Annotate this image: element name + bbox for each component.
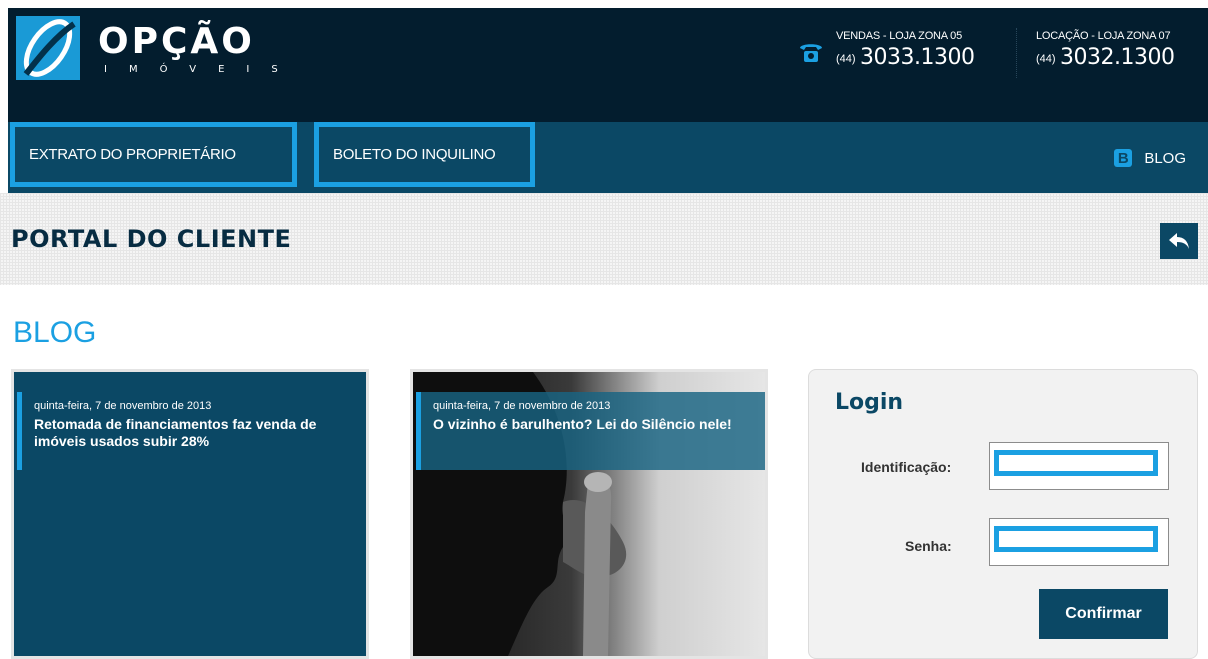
sales-phone: VENDAS - LOJA ZONA 05 (44) 3033.1300 <box>836 30 975 70</box>
password-input[interactable] <box>994 526 1158 552</box>
sales-phone-label: VENDAS - LOJA ZONA 05 <box>836 30 963 42</box>
identification-input[interactable] <box>994 450 1158 476</box>
blogger-icon: B <box>1114 149 1133 167</box>
blog-post-title[interactable]: Retomada de financiamentos faz venda de … <box>34 416 354 450</box>
identification-field-frame <box>989 442 1169 490</box>
back-button[interactable] <box>1160 223 1198 259</box>
phone-divider <box>1016 28 1018 78</box>
page-title-band: PORTAL DO CLIENTE <box>0 193 1208 285</box>
brand-subtitle: IMÓVEIS <box>104 64 300 75</box>
password-label: Senha: <box>905 538 952 554</box>
blog-post-date: quinta-feira, 7 de novembro de 2013 <box>433 400 611 412</box>
sales-phone-ddd: (44) <box>836 53 856 65</box>
nav-blog-label: BLOG <box>1144 149 1186 167</box>
blog-heading: BLOG <box>13 316 97 349</box>
brand-logo[interactable]: OPÇÃO IMÓVEIS <box>98 21 300 76</box>
rent-phone-label: LOCAÇÃO - LOJA ZONA 07 <box>1036 30 1171 42</box>
nav-item-extrato-proprietario[interactable]: EXTRATO DO PROPRIETÁRIO <box>10 122 297 187</box>
sales-phone-number: 3033.1300 <box>860 45 975 70</box>
nav-item-boleto-inquilino[interactable]: BOLETO DO INQUILINO <box>314 122 535 187</box>
nav-item-blog[interactable]: B BLOG <box>1114 144 1186 172</box>
logo-icon[interactable] <box>16 16 80 80</box>
rent-phone-ddd: (44) <box>1036 53 1056 65</box>
back-arrow-icon <box>1169 233 1189 249</box>
page-margin <box>0 0 8 193</box>
phone-icon <box>798 40 824 64</box>
page-title: PORTAL DO CLIENTE <box>11 225 292 253</box>
password-field-frame <box>989 518 1169 566</box>
rent-phone-number: 3032.1300 <box>1060 45 1175 70</box>
login-panel: Login Identificação: Senha: Confirmar <box>808 369 1198 659</box>
site-header: OPÇÃO IMÓVEIS VENDAS - LOJA ZONA 05 (44)… <box>8 8 1208 122</box>
blog-post-caption[interactable]: quinta-feira, 7 de novembro de 2013 Reto… <box>17 392 366 470</box>
identification-label: Identificação: <box>861 459 952 475</box>
blog-post-card[interactable]: quinta-feira, 7 de novembro de 2013 O vi… <box>410 369 768 659</box>
login-title: Login <box>835 390 904 415</box>
blog-post-date: quinta-feira, 7 de novembro de 2013 <box>34 400 212 412</box>
brand-name: OPÇÃO <box>98 21 255 62</box>
rent-phone: LOCAÇÃO - LOJA ZONA 07 (44) 3032.1300 <box>1036 30 1175 70</box>
blog-post-caption[interactable]: quinta-feira, 7 de novembro de 2013 O vi… <box>416 392 765 470</box>
blog-post-card[interactable]: quinta-feira, 7 de novembro de 2013 Reto… <box>11 369 369 659</box>
confirm-button[interactable]: Confirmar <box>1039 589 1168 639</box>
blog-post-title[interactable]: O vizinho é barulhento? Lei do Silêncio … <box>433 416 753 433</box>
main-nav: EXTRATO DO PROPRIETÁRIO BOLETO DO INQUIL… <box>8 122 1208 193</box>
